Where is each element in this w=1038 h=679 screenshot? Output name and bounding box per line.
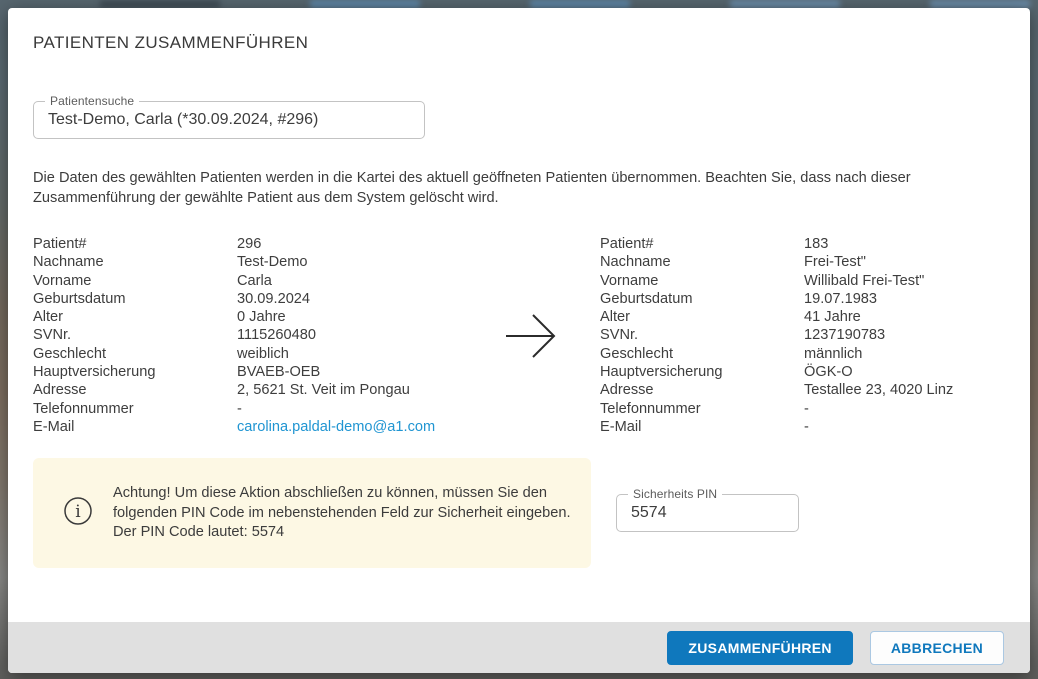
arrow-right-icon (504, 313, 560, 359)
detail-label: E-Mail (600, 418, 804, 436)
detail-label: Adresse (33, 381, 237, 399)
detail-row: Alter0 Jahre (33, 308, 463, 326)
detail-label: Geschlecht (600, 345, 804, 363)
cancel-button[interactable]: ABBRECHEN (870, 631, 1004, 665)
detail-label: Patient# (33, 235, 237, 253)
patient-search-label: Patientensuche (45, 94, 139, 108)
detail-row: HauptversicherungÖGK-O (600, 363, 1005, 381)
detail-value: 2, 5621 St. Veit im Pongau (237, 381, 463, 399)
detail-label: E-Mail (33, 418, 237, 436)
merge-patients-dialog: PATIENTEN ZUSAMMENFÜHREN Patientensuche … (8, 8, 1030, 673)
detail-row: SVNr.1237190783 (600, 326, 1005, 344)
info-icon: i (63, 496, 93, 526)
detail-label: Vorname (33, 272, 237, 290)
detail-row: Geburtsdatum30.09.2024 (33, 290, 463, 308)
detail-value: 41 Jahre (804, 308, 1005, 326)
background-page-fragment (100, 0, 220, 8)
patient-comparison: Patient#296 NachnameTest-Demo VornameCar… (33, 235, 1005, 436)
pin-field-wrap: Sicherheits PIN (616, 494, 799, 568)
detail-value: 1237190783 (804, 326, 1005, 344)
detail-row: E-Mailcarolina.paldal-demo@a1.com (33, 418, 463, 436)
detail-label: SVNr. (600, 326, 804, 344)
detail-row: SVNr.1115260480 (33, 326, 463, 344)
detail-row: NachnameTest-Demo (33, 253, 463, 271)
detail-label: Hauptversicherung (33, 363, 237, 381)
detail-value: Carla (237, 272, 463, 290)
detail-value: ÖGK-O (804, 363, 1005, 381)
background-page-fragment (930, 0, 1030, 8)
detail-label: Alter (600, 308, 804, 326)
merge-button[interactable]: ZUSAMMENFÜHREN (667, 631, 852, 665)
detail-label: Adresse (600, 381, 804, 399)
detail-label: Telefonnummer (33, 400, 237, 418)
info-icon-wrap: i (63, 496, 113, 531)
warning-box: i Achtung! Um diese Aktion abschließen z… (33, 458, 591, 568)
patient-search-field[interactable]: Patientensuche (33, 101, 425, 139)
detail-row: VornameWillibald Frei-Test" (600, 272, 1005, 290)
detail-value: BVAEB-OEB (237, 363, 463, 381)
detail-value: 0 Jahre (237, 308, 463, 326)
target-patient-details: Patient#183 NachnameFrei-Test" VornameWi… (600, 235, 1005, 436)
detail-label: Telefonnummer (600, 400, 804, 418)
detail-label: Patient# (600, 235, 804, 253)
detail-row: HauptversicherungBVAEB-OEB (33, 363, 463, 381)
detail-value: 296 (237, 235, 463, 253)
detail-row: Adresse2, 5621 St. Veit im Pongau (33, 381, 463, 399)
detail-row: Telefonnummer- (33, 400, 463, 418)
detail-value: Willibald Frei-Test" (804, 272, 1005, 290)
detail-row: VornameCarla (33, 272, 463, 290)
merge-description: Die Daten des gewählten Patienten werden… (33, 169, 1005, 208)
detail-row: Geschlechtmännlich (600, 345, 1005, 363)
pin-warning-section: i Achtung! Um diese Aktion abschließen z… (33, 458, 1005, 568)
detail-value: 183 (804, 235, 1005, 253)
background-page-fragment (730, 0, 840, 8)
source-patient-details: Patient#296 NachnameTest-Demo VornameCar… (33, 235, 463, 436)
security-pin-field[interactable]: Sicherheits PIN (616, 494, 799, 532)
detail-label: Vorname (600, 272, 804, 290)
detail-label: Geburtsdatum (33, 290, 237, 308)
detail-row: AdresseTestallee 23, 4020 Linz (600, 381, 1005, 399)
detail-row: Telefonnummer- (600, 400, 1005, 418)
detail-row: Geschlechtweiblich (33, 345, 463, 363)
dialog-title: PATIENTEN ZUSAMMENFÜHREN (33, 33, 1005, 53)
detail-label: Geschlecht (33, 345, 237, 363)
detail-label: Geburtsdatum (600, 290, 804, 308)
detail-row: E-Mail- (600, 418, 1005, 436)
detail-label: Nachname (600, 253, 804, 271)
detail-value: 30.09.2024 (237, 290, 463, 308)
detail-label: SVNr. (33, 326, 237, 344)
detail-row: Patient#183 (600, 235, 1005, 253)
detail-row: Alter41 Jahre (600, 308, 1005, 326)
detail-value: weiblich (237, 345, 463, 363)
detail-value: - (804, 418, 1005, 436)
dialog-footer: ZUSAMMENFÜHREN ABBRECHEN (8, 622, 1030, 673)
dialog-content: PATIENTEN ZUSAMMENFÜHREN Patientensuche … (8, 8, 1030, 622)
security-pin-label: Sicherheits PIN (628, 487, 722, 501)
email-link[interactable]: carolina.paldal-demo@a1.com (237, 418, 463, 436)
background-page-fragment (530, 0, 630, 8)
detail-value: Frei-Test" (804, 253, 1005, 271)
detail-value: - (237, 400, 463, 418)
detail-row: Patient#296 (33, 235, 463, 253)
detail-value: Test-Demo (237, 253, 463, 271)
background-page-fragment (310, 0, 420, 8)
warning-text: Achtung! Um diese Aktion abschließen zu … (113, 484, 571, 543)
detail-label: Nachname (33, 253, 237, 271)
detail-value: 19.07.1983 (804, 290, 1005, 308)
detail-value: Testallee 23, 4020 Linz (804, 381, 1005, 399)
detail-value: 1115260480 (237, 326, 463, 344)
detail-value: - (804, 400, 1005, 418)
detail-label: Hauptversicherung (600, 363, 804, 381)
merge-direction-arrow (463, 235, 600, 436)
svg-text:i: i (75, 502, 81, 522)
detail-value: männlich (804, 345, 1005, 363)
detail-label: Alter (33, 308, 237, 326)
detail-row: Geburtsdatum19.07.1983 (600, 290, 1005, 308)
detail-row: NachnameFrei-Test" (600, 253, 1005, 271)
